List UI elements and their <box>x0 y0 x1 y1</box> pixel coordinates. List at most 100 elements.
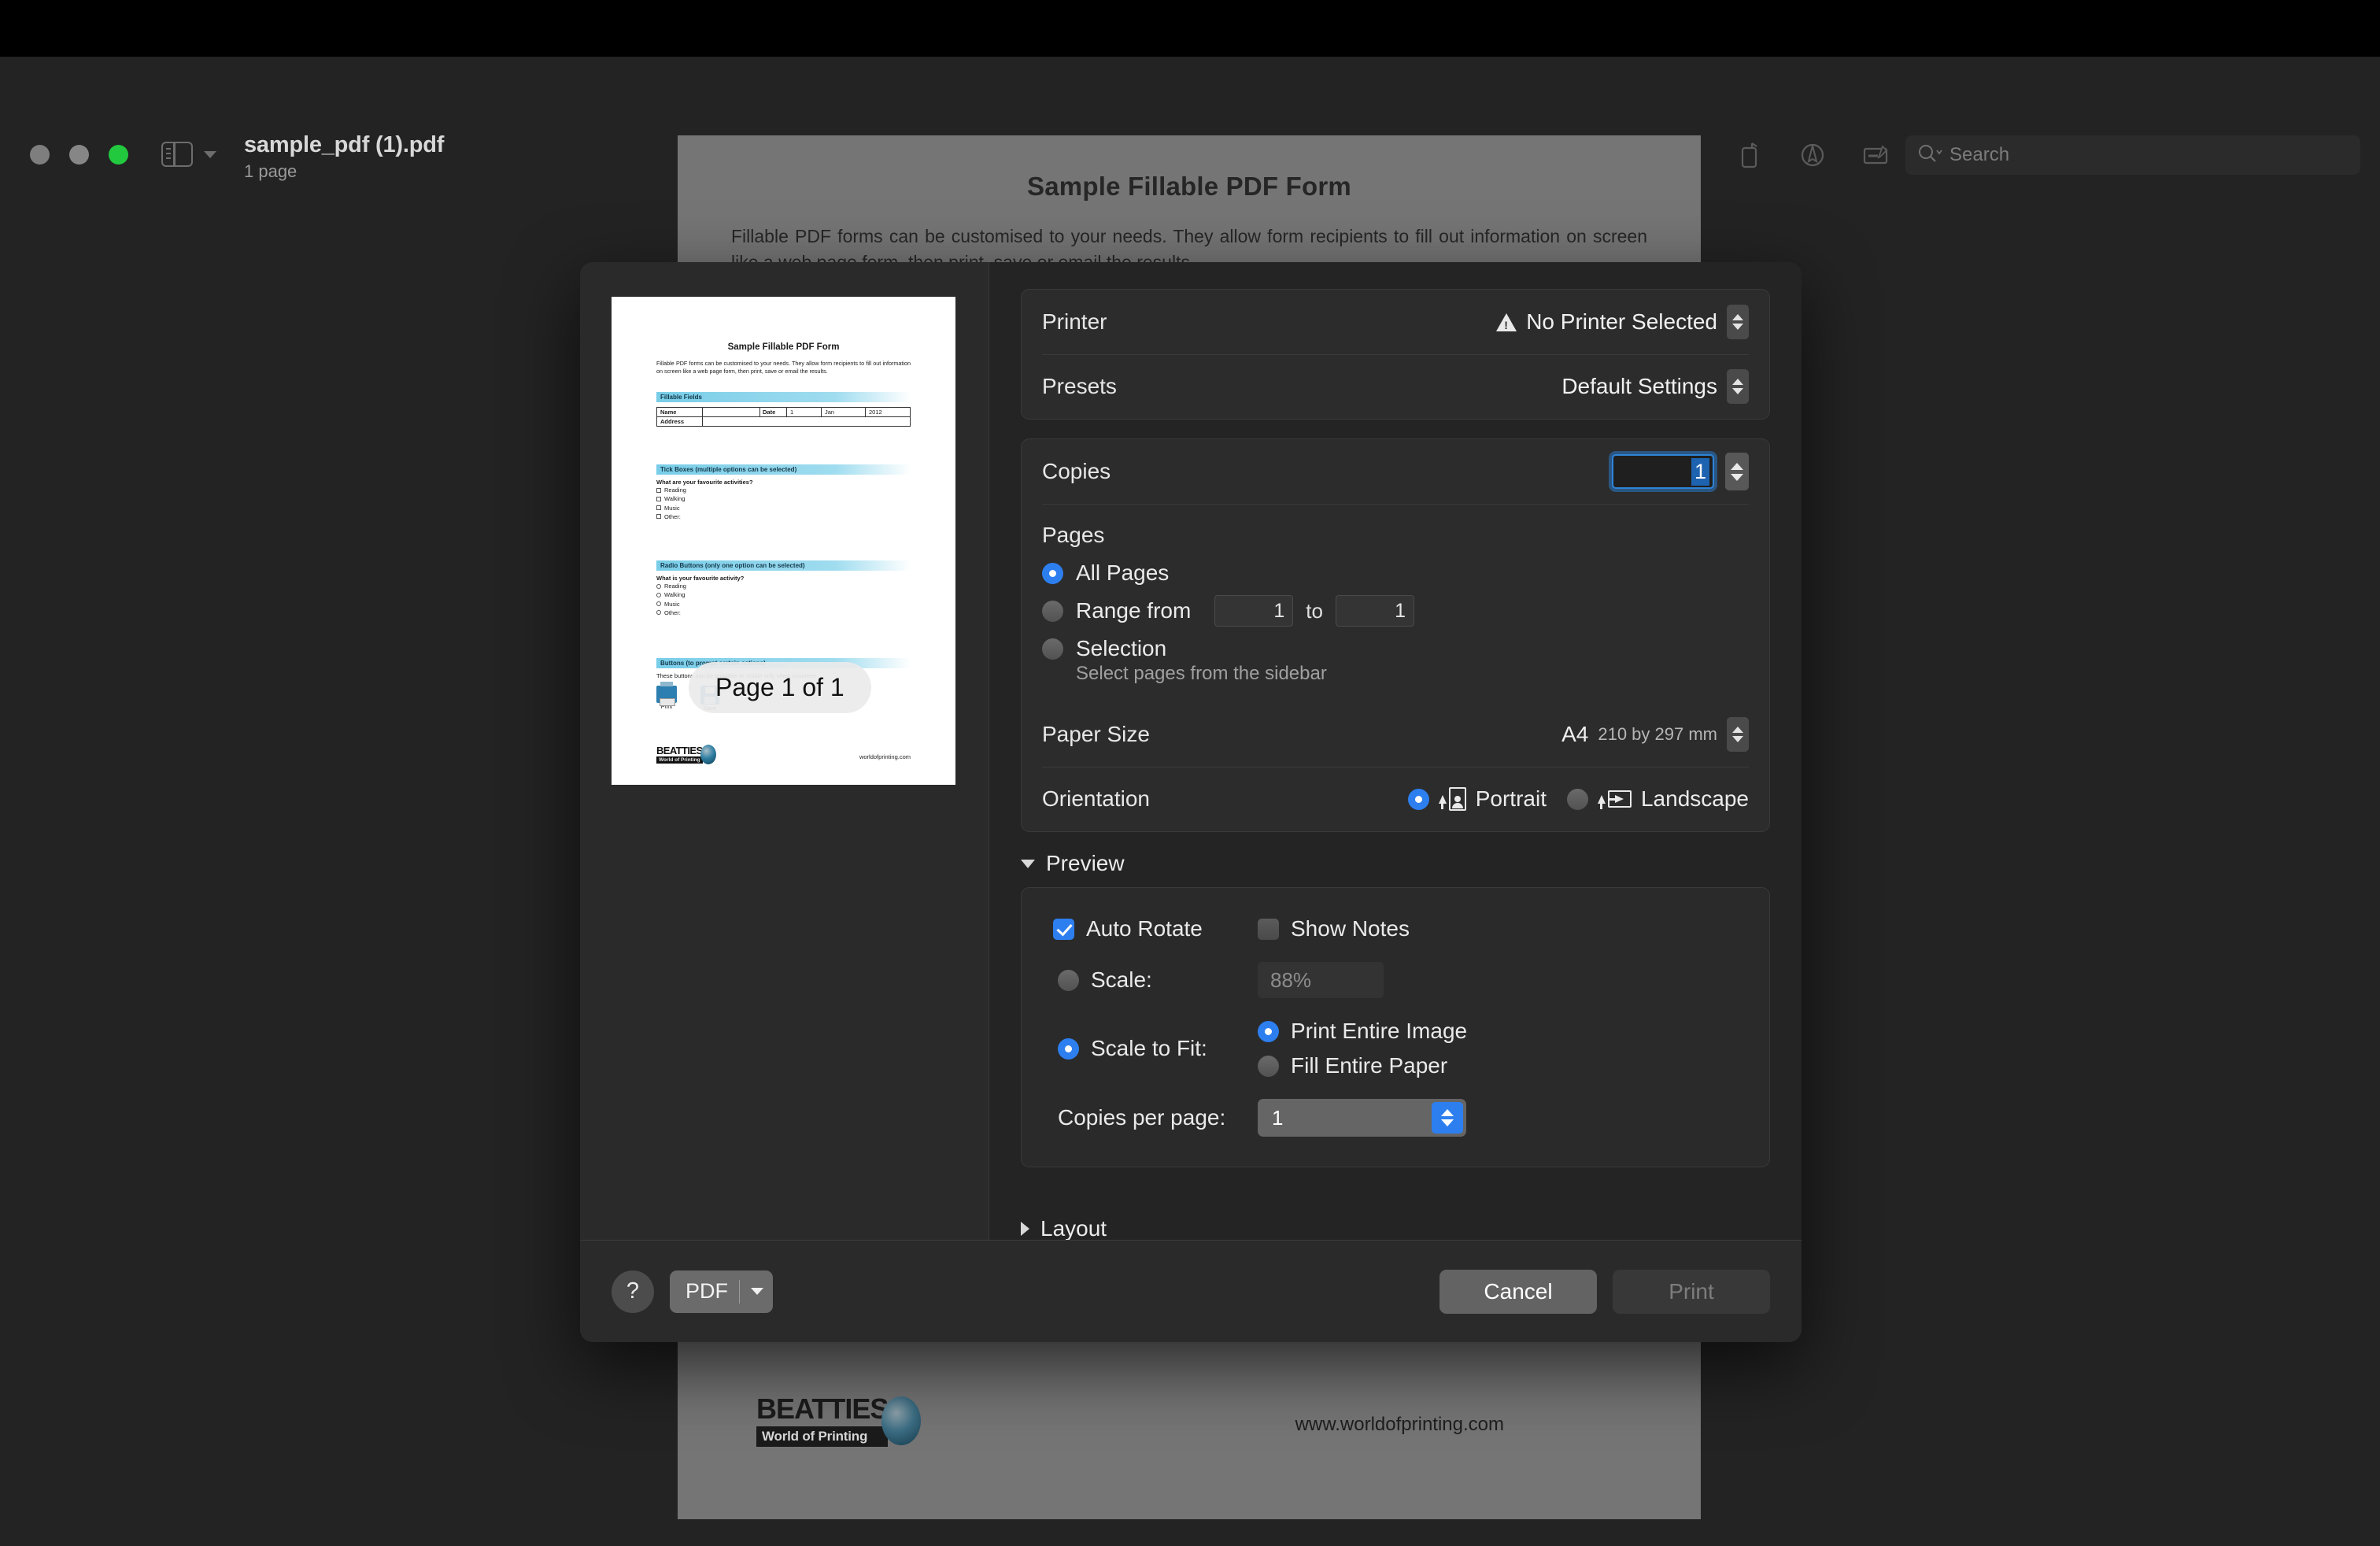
radio-icon[interactable] <box>656 583 661 589</box>
copies-control[interactable]: 1 <box>1612 453 1749 490</box>
scale-to-fit-option[interactable]: Scale to Fit: <box>1053 1036 1258 1061</box>
checkbox-icon[interactable] <box>1258 918 1279 940</box>
pages-option-selection[interactable]: Selection <box>1042 636 1749 661</box>
radio-icon[interactable] <box>1258 1020 1279 1042</box>
orientation-portrait-option[interactable]: Portrait <box>1407 786 1547 812</box>
radio-icon[interactable] <box>1407 788 1429 810</box>
list-item[interactable]: Walking <box>656 590 911 599</box>
thumb-field-date-month[interactable]: Jan <box>822 408 866 416</box>
scale-option[interactable]: Scale: <box>1053 967 1258 993</box>
minimize-window-button[interactable] <box>69 145 89 165</box>
pages-option-all[interactable]: All Pages <box>1042 560 1749 586</box>
thumb-field-name-input[interactable] <box>703 408 760 416</box>
auto-rotate-option[interactable]: Auto Rotate <box>1053 916 1258 941</box>
paper-size-label: Paper Size <box>1042 722 1150 746</box>
list-item[interactable]: Reading <box>656 582 911 590</box>
radio-icon[interactable] <box>1258 1055 1279 1077</box>
paper-size-value-group[interactable]: A4 210 by 297 mm <box>1561 717 1749 752</box>
presets-row[interactable]: Presets Default Settings <box>1022 354 1769 419</box>
up-down-chevron-icon[interactable] <box>1727 369 1749 404</box>
thumb-field-date-year[interactable]: 2012 <box>866 408 910 416</box>
close-window-button[interactable] <box>30 145 50 165</box>
checkbox-icon[interactable] <box>656 514 661 520</box>
fill-entire-paper-option[interactable]: Fill Entire Paper <box>1258 1053 1738 1078</box>
presets-value-group[interactable]: Default Settings <box>1561 369 1749 404</box>
paper-size-row[interactable]: Paper Size A4 210 by 297 mm <box>1022 702 1769 767</box>
show-notes-option[interactable]: Show Notes <box>1258 916 1738 941</box>
print-entire-image-option[interactable]: Print Entire Image <box>1258 1019 1738 1044</box>
orientation-landscape-option[interactable]: Landscape <box>1566 786 1749 812</box>
help-button[interactable]: ? <box>612 1270 654 1313</box>
copies-stepper[interactable] <box>1725 453 1749 490</box>
thumb-tick-option-label: Music <box>664 504 680 512</box>
annotate-icon[interactable] <box>1859 139 1892 172</box>
radio-icon[interactable] <box>1566 788 1588 810</box>
copies-value: 1 <box>1691 457 1709 486</box>
copies-label: Copies <box>1042 459 1111 483</box>
thumb-footer-url: worldofprinting.com <box>859 753 911 760</box>
checkbox-icon[interactable] <box>656 505 661 511</box>
thumb-field-date-day[interactable]: 1 <box>787 408 822 416</box>
up-down-chevron-icon[interactable] <box>1727 305 1749 339</box>
radio-icon[interactable] <box>656 592 661 597</box>
range-to-input[interactable]: 1 <box>1335 595 1414 627</box>
radio-icon[interactable] <box>1042 562 1063 584</box>
checkbox-icon[interactable] <box>656 487 661 493</box>
thumb-section-radio-buttons: Radio Buttons (only one option can be se… <box>656 560 911 571</box>
list-item[interactable]: Music <box>656 600 911 608</box>
selection-hint: Select pages from the sidebar <box>1076 663 1327 684</box>
pages-option-range[interactable]: Range from 1 to 1 <box>1042 595 1749 627</box>
thumb-field-name-label: Name <box>657 408 703 416</box>
thumb-radio-question: What is your favourite activity? <box>656 575 745 582</box>
radio-icon[interactable] <box>656 601 661 607</box>
radio-icon[interactable] <box>1058 969 1079 991</box>
maximize-window-button[interactable] <box>109 145 128 165</box>
thumb-print-button[interactable]: Print <box>656 682 677 712</box>
beatties-logo-secondary: World of Printing <box>756 1426 889 1447</box>
copies-input[interactable]: 1 <box>1612 454 1714 489</box>
cancel-button[interactable]: Cancel <box>1439 1269 1597 1314</box>
checkbox-icon[interactable] <box>656 496 661 501</box>
printer-row[interactable]: Printer No Printer Selected <box>1022 290 1769 354</box>
traffic-lights[interactable] <box>30 145 128 165</box>
range-from-input[interactable]: 1 <box>1214 595 1294 627</box>
presets-label: Presets <box>1042 374 1117 398</box>
thumb-intro: Fillable PDF forms can be customised to … <box>656 360 911 375</box>
list-item[interactable]: Reading <box>656 486 911 494</box>
globe-icon <box>700 745 716 764</box>
sidebar-toggle-button[interactable] <box>161 142 216 167</box>
copies-per-page-select[interactable]: 1 <box>1258 1099 1466 1137</box>
radio-icon[interactable] <box>1042 600 1063 622</box>
printer-value-group[interactable]: No Printer Selected <box>1496 305 1749 339</box>
up-down-chevron-icon[interactable] <box>1432 1102 1463 1134</box>
scale-label: Scale: <box>1091 967 1152 992</box>
copies-pages-group: Copies 1 Pages All Pages Range from 1 to… <box>1021 438 1770 832</box>
checkbox-icon[interactable] <box>1053 918 1074 940</box>
list-item[interactable]: Other: <box>656 512 911 521</box>
thumb-field-address-input[interactable] <box>703 417 910 426</box>
up-down-chevron-icon[interactable] <box>1727 717 1749 752</box>
layout-disclosure-toggle[interactable]: Layout <box>1021 1216 1107 1240</box>
preview-disclosure-toggle[interactable]: Preview <box>1021 851 1770 876</box>
list-item[interactable]: Walking <box>656 494 911 503</box>
radio-icon[interactable] <box>1042 638 1063 660</box>
range-to-label: to <box>1306 598 1323 623</box>
scale-input[interactable]: 88% <box>1258 962 1384 998</box>
search-input[interactable]: Search <box>1905 135 2360 175</box>
highlight-icon[interactable] <box>1796 139 1829 172</box>
radio-icon[interactable] <box>656 610 661 616</box>
list-item[interactable]: Music <box>656 504 911 512</box>
radio-icon[interactable] <box>1058 1037 1079 1060</box>
pdf-menu-label: PDF <box>686 1279 728 1303</box>
presets-value: Default Settings <box>1561 374 1717 398</box>
show-notes-label: Show Notes <box>1291 916 1410 941</box>
pdf-menu-button[interactable]: PDF <box>670 1270 773 1313</box>
print-button[interactable]: Print <box>1613 1269 1770 1314</box>
copies-row[interactable]: Copies 1 <box>1022 439 1769 504</box>
rotate-icon[interactable] <box>1733 139 1766 172</box>
thumb-tick-option-label: Reading <box>664 486 686 494</box>
list-item[interactable]: Other: <box>656 608 911 617</box>
thumb-tick-option-label: Other: <box>664 512 681 520</box>
page-indicator-badge: Page 1 of 1 <box>689 662 871 713</box>
print-preview-pane: Sample Fillable PDF Form Fillable PDF fo… <box>580 262 989 1240</box>
